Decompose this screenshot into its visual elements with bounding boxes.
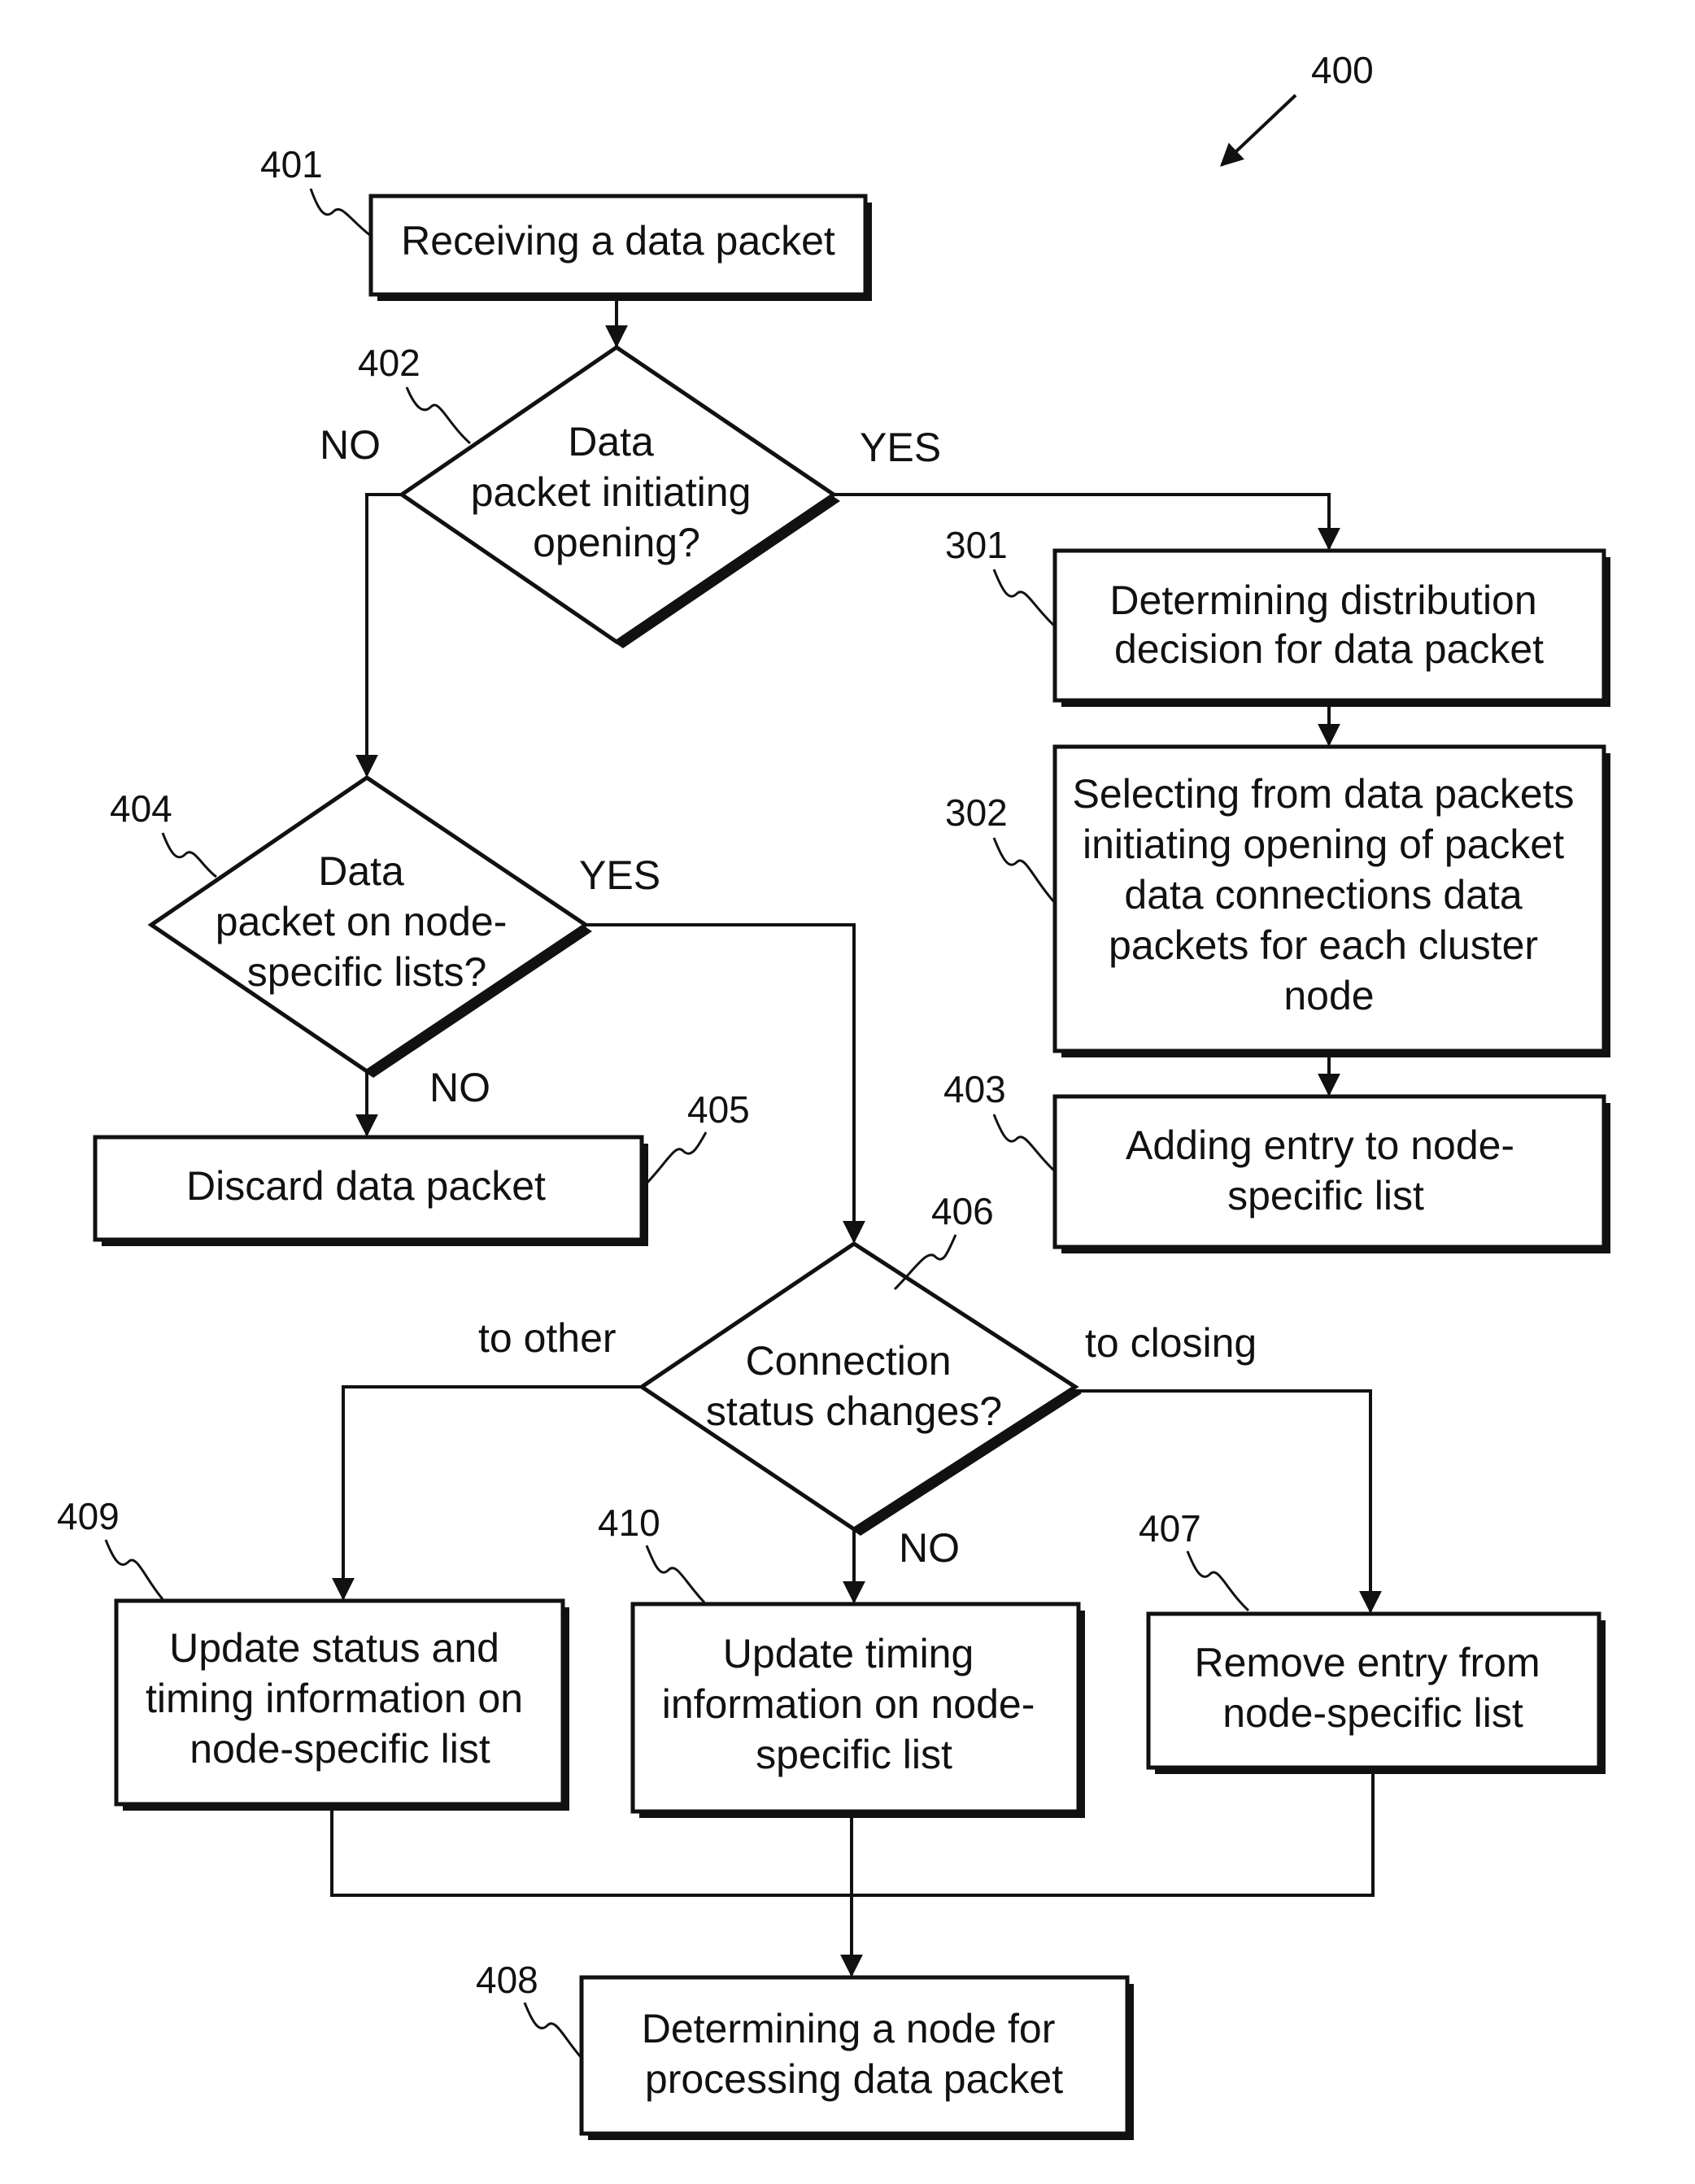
ref-403: 403	[943, 1068, 1006, 1110]
node-406: Connection status changes?	[638, 1241, 1082, 1536]
ref-406-leader	[893, 1234, 957, 1291]
node-401: Receiving a data packet	[368, 194, 872, 301]
edge-label-406-other: to other	[478, 1315, 617, 1361]
ref-403-leader	[992, 1114, 1057, 1173]
ref-301: 301	[945, 524, 1008, 566]
node-405-text: Discard data packet	[186, 1163, 546, 1209]
ref-407-leader	[1186, 1550, 1250, 1612]
ref-301-leader	[992, 569, 1057, 628]
node-410: Update timing information on node- speci…	[630, 1602, 1085, 1818]
ref-402: 402	[358, 342, 420, 384]
ref-402-leader	[405, 386, 471, 445]
ref-404-leader	[161, 832, 217, 878]
ref-408-leader	[523, 2002, 583, 2059]
node-407: Remove entry from node-specific list	[1146, 1611, 1606, 1774]
ref-410: 410	[598, 1502, 660, 1544]
node-408: Determining a node for processing data p…	[579, 1975, 1134, 2140]
ref-409: 409	[57, 1495, 120, 1537]
ref-409-leader	[104, 1539, 164, 1600]
node-301: Determining distribution decision for da…	[1052, 548, 1610, 707]
edge-402-yes-301	[834, 493, 1340, 551]
flowchart-400: 400 Receiving a data packet Determining …	[57, 49, 1610, 2140]
ref-408: 408	[476, 1959, 538, 2001]
edge-label-406-closing: to closing	[1085, 1320, 1257, 1366]
node-409: Update status and timing information on …	[114, 1598, 569, 1811]
ref-406: 406	[931, 1190, 994, 1232]
edge-label-406-no: NO	[899, 1525, 960, 1571]
figure-ref-400: 400	[1311, 49, 1374, 91]
ref-302-leader	[992, 837, 1057, 905]
node-409-text: Update status and timing information on …	[146, 1625, 534, 1772]
node-404: Data packet on node- specific lists?	[147, 774, 592, 1078]
ref-404: 404	[110, 787, 172, 830]
edge-label-402-no: NO	[320, 422, 381, 468]
edge-406-other-409	[332, 1385, 642, 1601]
node-401-text: Receiving a data packet	[401, 218, 835, 264]
edge-label-402-yes: YES	[860, 425, 941, 470]
ref-410-leader	[645, 1545, 706, 1604]
node-403: Adding entry to node- specific list	[1052, 1094, 1610, 1253]
ref-302: 302	[945, 791, 1008, 834]
node-302: Selecting from data packets initiating o…	[1052, 744, 1610, 1057]
figure-ref-arrow	[1219, 94, 1297, 167]
edge-402-no-404	[355, 493, 402, 778]
ref-405: 405	[687, 1088, 750, 1131]
edge-label-404-yes: YES	[579, 852, 660, 898]
ref-405-leader	[641, 1131, 708, 1189]
edge-label-404-no: NO	[429, 1065, 490, 1110]
ref-401: 401	[260, 143, 323, 185]
node-402: Data packet initiating opening?	[398, 344, 840, 648]
node-405: Discard data packet	[93, 1135, 648, 1246]
ref-401-leader	[309, 188, 372, 238]
ref-407: 407	[1139, 1507, 1201, 1550]
